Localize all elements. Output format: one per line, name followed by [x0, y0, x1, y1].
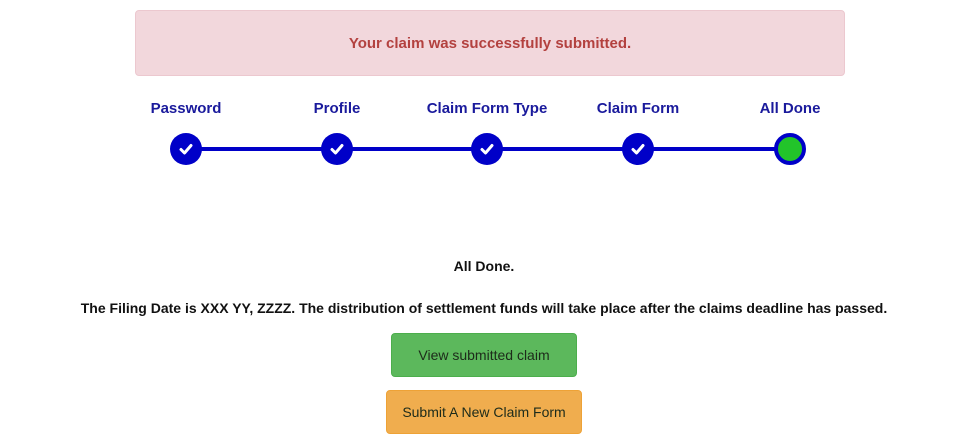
- progress-stepper: Password Profile Claim Form Type Claim F…: [0, 0, 968, 200]
- view-submitted-claim-button[interactable]: View submitted claim: [391, 333, 577, 377]
- view-submitted-claim-label: View submitted claim: [418, 347, 550, 363]
- check-icon: [631, 144, 645, 155]
- step-all-done-current: [774, 133, 806, 165]
- check-icon: [480, 144, 494, 155]
- step-label-all-done: All Done: [759, 100, 821, 117]
- check-icon: [179, 144, 193, 155]
- page-title: All Done.: [453, 258, 515, 274]
- step-profile-complete: [321, 133, 353, 165]
- filing-date-message: The Filing Date is XXX YY, ZZZZ. The dis…: [80, 300, 888, 316]
- step-label-claim-form: Claim Form: [596, 100, 680, 117]
- submit-new-claim-form-button[interactable]: Submit A New Claim Form: [386, 390, 582, 434]
- step-label-profile: Profile: [313, 100, 361, 117]
- step-label-claim-form-type: Claim Form Type: [426, 100, 548, 117]
- step-claim-form-complete: [622, 133, 654, 165]
- step-claim-form-type-complete: [471, 133, 503, 165]
- step-label-password: Password: [150, 100, 222, 117]
- submit-new-claim-form-label: Submit A New Claim Form: [402, 404, 566, 420]
- step-password-complete: [170, 133, 202, 165]
- check-icon: [330, 144, 344, 155]
